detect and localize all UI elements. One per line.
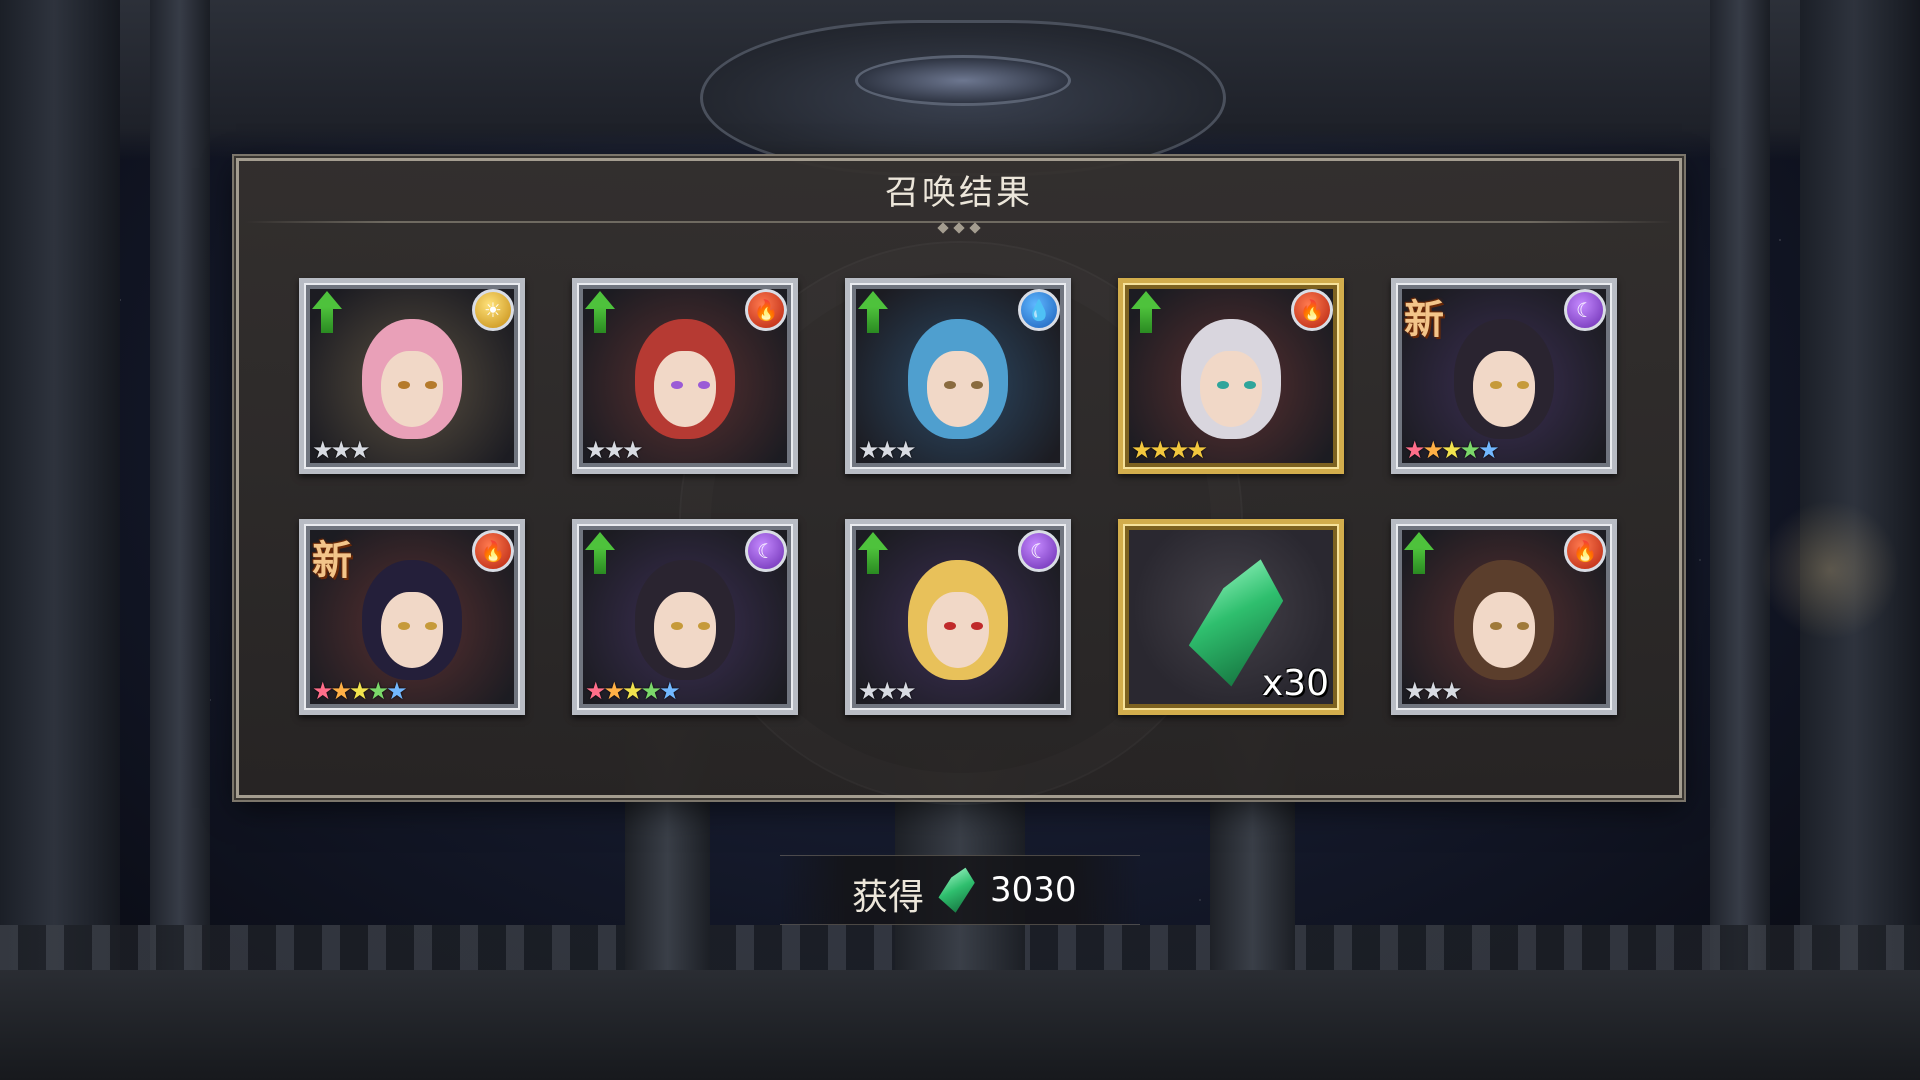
result-card-character[interactable]: ☾ ★ ★ ★ ★ ★ — [572, 519, 798, 715]
dark-element-icon: ☾ — [1018, 530, 1060, 572]
star-icon: ★ — [349, 436, 371, 464]
portrait-eye — [944, 381, 956, 389]
water-element-icon: 💧 — [1018, 289, 1060, 331]
result-card-character[interactable]: 🔥 ★ ★ ★ — [572, 278, 798, 474]
rarity-stars: ★ ★ ★ — [312, 436, 371, 464]
portrait-face — [1200, 351, 1262, 427]
star-icon: ★ — [1478, 436, 1500, 464]
portrait-face — [381, 592, 443, 668]
rarity-stars: ★ ★ ★ — [585, 436, 644, 464]
summon-result-panel: 召唤结果 ☀ ★ ★ ★ 🔥 ★ ★ ★ 💧 ★ ★ ★ 🔥 ★ ★ ★ ★ 新 ☾ ★ ★ ★ ★ ★ 新 🔥 ★ ★ ★ ★ ★ ☾ ★ ★ ★… — [236, 158, 1682, 805]
rarity-stars: ★ ★ ★ ★ — [1131, 437, 1208, 463]
star-icon: ★ — [622, 436, 644, 464]
fire-element-icon: 🔥 — [472, 530, 514, 572]
green-up-arrow-icon — [585, 291, 615, 335]
star-icon: ★ — [895, 677, 917, 705]
rarity-stars: ★ ★ ★ — [858, 677, 917, 705]
floor — [0, 970, 1920, 1080]
dark-element-icon: ☾ — [745, 530, 787, 572]
portrait-eye — [698, 622, 710, 630]
portrait-eye — [971, 622, 983, 630]
star-icon: ★ — [386, 677, 408, 705]
portrait-eye — [1490, 622, 1502, 630]
portrait-eye — [1517, 381, 1529, 389]
obtained-label: 获得 — [852, 877, 925, 918]
green-up-arrow-icon — [1404, 532, 1434, 576]
portrait-eye — [398, 622, 410, 630]
portrait-eye — [944, 622, 956, 630]
portrait-eye — [1217, 381, 1229, 389]
result-card-character[interactable]: 🔥 ★ ★ ★ ★ — [1118, 278, 1344, 474]
portrait-face — [1473, 592, 1535, 668]
green-up-arrow-icon — [858, 532, 888, 576]
light-element-icon: ☀ — [472, 289, 514, 331]
right-inner-pillar — [1710, 0, 1770, 1080]
portrait-face — [654, 592, 716, 668]
fire-element-icon: 🔥 — [1291, 289, 1333, 331]
star-icon: ★ — [895, 436, 917, 464]
star-icon: ★ — [1186, 436, 1209, 464]
rarity-stars: ★ ★ ★ — [858, 436, 917, 464]
result-card-character[interactable]: 💧 ★ ★ ★ — [845, 278, 1071, 474]
portrait-eye — [398, 381, 410, 389]
lamp-glow — [1760, 500, 1900, 640]
green-crystal-icon — [936, 862, 979, 915]
star-icon: ★ — [659, 677, 681, 705]
result-card-item[interactable]: x30 — [1118, 519, 1344, 715]
result-card-character[interactable]: 新 🔥 ★ ★ ★ ★ ★ — [299, 519, 525, 715]
portrait-face — [654, 351, 716, 427]
fire-element-icon: 🔥 — [745, 289, 787, 331]
portrait-eye — [425, 622, 437, 630]
portrait-face — [927, 592, 989, 668]
fire-element-icon: 🔥 — [1564, 530, 1606, 572]
item-quantity: x30 — [1261, 663, 1329, 704]
portrait-eye — [671, 381, 683, 389]
portrait-eye — [425, 381, 437, 389]
portrait-eye — [1244, 381, 1256, 389]
new-badge: 新 — [1404, 297, 1444, 343]
new-badge: 新 — [312, 538, 352, 584]
left-inner-pillar — [150, 0, 210, 1080]
result-card-character[interactable]: ☾ ★ ★ ★ — [845, 519, 1071, 715]
portrait-face — [927, 351, 989, 427]
rarity-stars: ★ ★ ★ — [1404, 677, 1463, 705]
left-pillar — [0, 0, 120, 1080]
result-card-character[interactable]: ☀ ★ ★ ★ — [299, 278, 525, 474]
obtained-value: 3030 — [990, 870, 1077, 910]
green-up-arrow-icon — [312, 291, 342, 335]
rarity-stars: ★ ★ ★ ★ ★ — [312, 677, 408, 705]
portrait-face — [381, 351, 443, 427]
result-card-character[interactable]: 新 ☾ ★ ★ ★ ★ ★ — [1391, 278, 1617, 474]
portrait-eye — [698, 381, 710, 389]
green-up-arrow-icon — [858, 291, 888, 335]
dome-oculus — [855, 55, 1071, 106]
portrait-eye — [1517, 622, 1529, 630]
result-card-character[interactable]: 🔥 ★ ★ ★ — [1391, 519, 1617, 715]
portrait-face — [1473, 351, 1535, 427]
rarity-stars: ★ ★ ★ ★ ★ — [585, 677, 681, 705]
star-icon: ★ — [1441, 677, 1463, 705]
rarity-stars: ★ ★ ★ ★ ★ — [1404, 436, 1500, 464]
portrait-eye — [971, 381, 983, 389]
obtained-bar: 获得 3030 — [780, 855, 1140, 925]
green-up-arrow-icon — [1131, 291, 1161, 335]
title-ornament — [904, 217, 1014, 234]
dark-element-icon: ☾ — [1564, 289, 1606, 331]
portrait-eye — [671, 622, 683, 630]
green-up-arrow-icon — [585, 532, 615, 576]
portrait-eye — [1490, 381, 1502, 389]
panel-title: 召唤结果 — [885, 173, 1033, 213]
